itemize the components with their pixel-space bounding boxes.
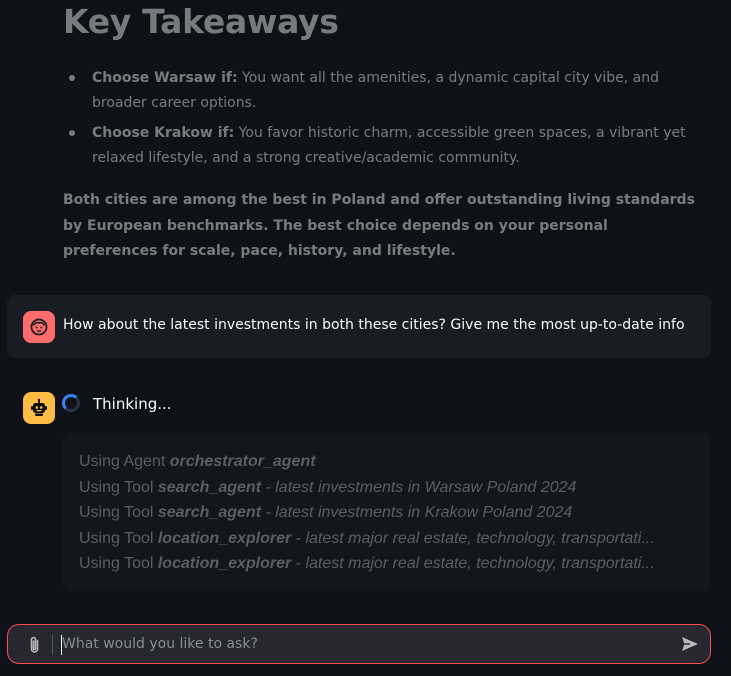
summary-paragraph: Both cities are among the best in Poland… xyxy=(63,192,695,259)
status-text: Thinking... xyxy=(93,395,172,413)
step-detail: - latest investments in Krakow Poland 20… xyxy=(261,504,573,522)
robot-icon xyxy=(31,398,47,416)
step-name: search_agent xyxy=(157,504,262,522)
input-divider xyxy=(52,635,53,655)
send-icon xyxy=(682,637,698,651)
user-message: How about the latest investments in both… xyxy=(7,295,711,358)
bullet-lead: Choose Warsaw if: xyxy=(92,70,238,86)
list-item: Using Tool location_explorer - latest ma… xyxy=(79,526,655,552)
step-prefix: Using Tool xyxy=(79,529,158,547)
list-item: Using Tool search_agent - latest investm… xyxy=(79,500,655,526)
user-avatar xyxy=(23,311,55,343)
step-detail: - latest major real estate, technology, … xyxy=(291,555,655,573)
chat-input[interactable] xyxy=(62,625,662,663)
step-name: orchestrator_agent xyxy=(169,453,316,470)
user-face-icon xyxy=(30,318,48,336)
step-prefix: Using Tool xyxy=(79,555,158,573)
step-detail: - latest major real estate, technology, … xyxy=(291,529,655,547)
takeaways-list: Choose Warsaw if: You want all the ameni… xyxy=(63,66,703,176)
status-container: Using Agent orchestrator_agent Using Too… xyxy=(63,433,711,591)
send-button[interactable] xyxy=(680,634,700,658)
loading-spinner-icon xyxy=(62,394,80,412)
paperclip-icon xyxy=(30,636,39,653)
list-item: Using Agent orchestrator_agent xyxy=(79,449,655,475)
user-message-text: How about the latest investments in both… xyxy=(63,317,685,333)
step-prefix: Using Tool xyxy=(79,504,158,522)
attach-button[interactable] xyxy=(26,635,44,659)
list-item: Choose Krakow if: You favor historic cha… xyxy=(63,121,703,171)
step-name: location_explorer xyxy=(157,529,292,547)
step-name: search_agent xyxy=(157,478,262,496)
chat-input-bar xyxy=(7,624,711,664)
step-detail: - latest investments in Warsaw Poland 20… xyxy=(261,478,577,496)
steps-list: Using Agent orchestrator_agent Using Too… xyxy=(79,449,655,577)
step-name: location_explorer xyxy=(157,555,292,573)
section-heading: Key Takeaways xyxy=(63,2,339,41)
step-prefix: Using Tool xyxy=(79,478,158,496)
step-prefix: Using Agent xyxy=(79,453,170,470)
assistant-avatar xyxy=(23,392,55,424)
bullet-lead: Choose Krakow if: xyxy=(92,125,235,141)
list-item: Using Tool location_explorer - latest ma… xyxy=(79,551,655,577)
list-item: Using Tool search_agent - latest investm… xyxy=(79,475,655,501)
list-item: Choose Warsaw if: You want all the ameni… xyxy=(63,66,703,116)
